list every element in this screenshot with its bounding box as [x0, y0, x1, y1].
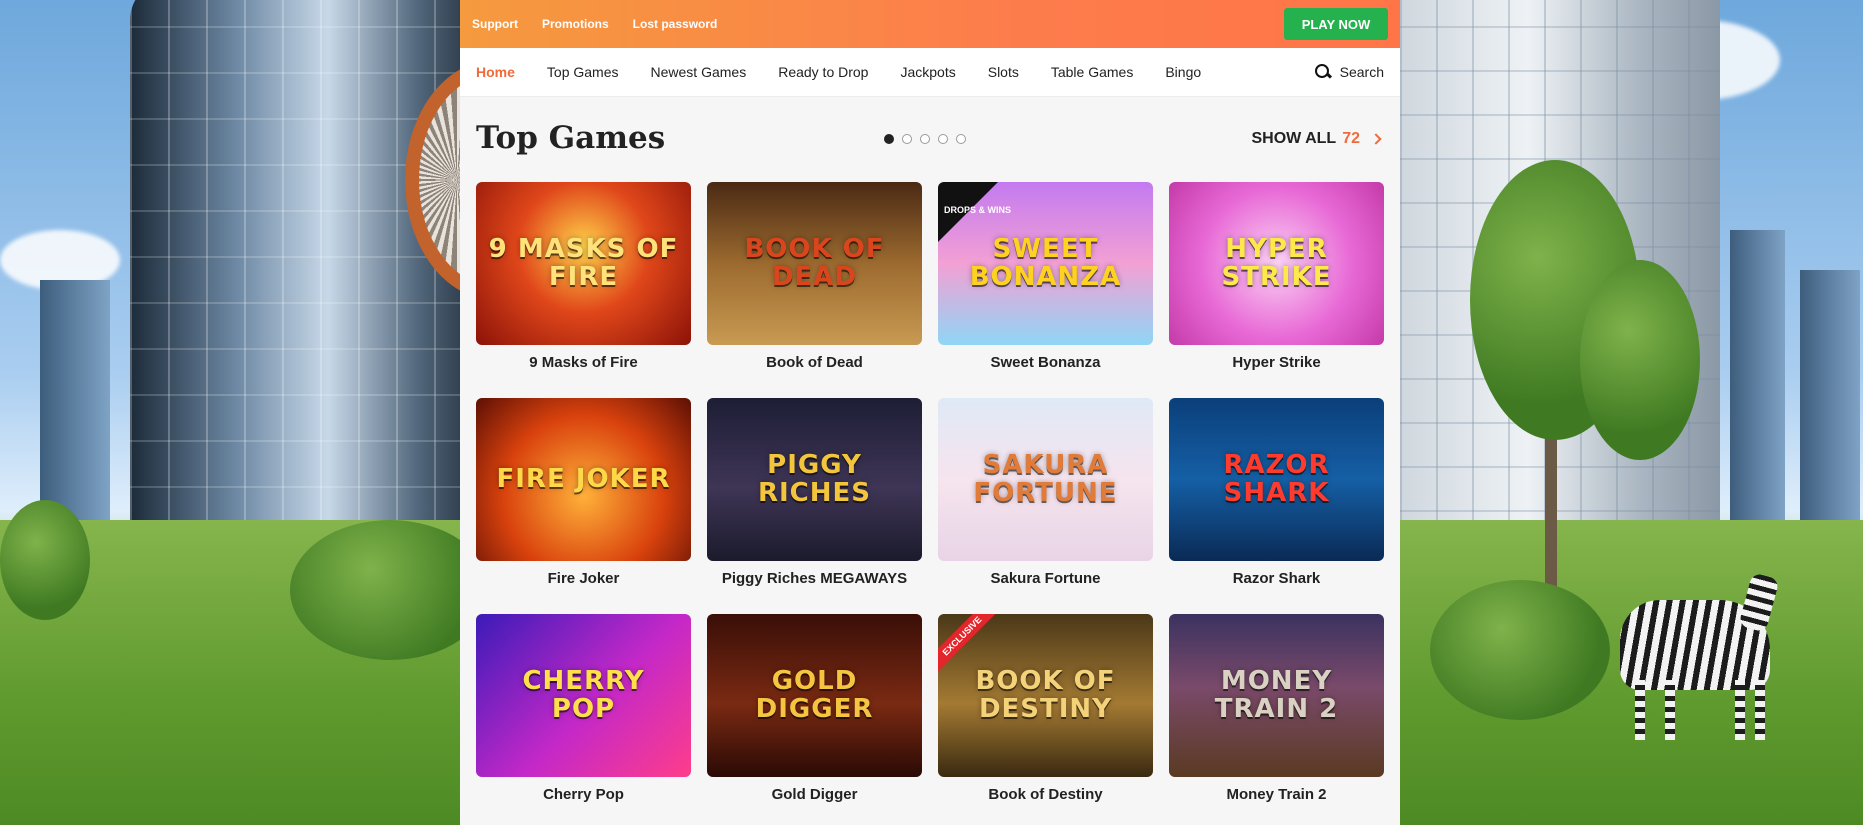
search-label: Search	[1339, 64, 1384, 80]
game-card[interactable]: CHERRY POP Cherry Pop	[476, 614, 691, 806]
game-thumbnail[interactable]: RAZOR SHARK	[1169, 398, 1384, 561]
section-title: Top Games	[476, 120, 666, 156]
game-card[interactable]: 9 MASKS OF FIRE 9 Masks of Fire	[476, 182, 691, 374]
game-thumbnail[interactable]: BOOK OF DEAD	[707, 182, 922, 345]
chevron-right-icon	[1370, 133, 1382, 145]
game-thumbnail[interactable]: FIRE JOKER	[476, 398, 691, 561]
game-thumbnail[interactable]: SAKURA FORTUNE	[938, 398, 1153, 561]
game-logo-art: PIGGY RICHES	[757, 450, 872, 508]
game-logo-art: CHERRY POP	[522, 666, 645, 724]
carousel-dot-5[interactable]	[956, 134, 966, 144]
game-title[interactable]: Gold Digger	[707, 786, 922, 806]
play-now-button[interactable]: PLAY NOW	[1284, 8, 1388, 40]
support-link[interactable]: Support	[472, 17, 518, 31]
game-title[interactable]: Hyper Strike	[1169, 354, 1384, 374]
game-card[interactable]: MONEY TRAIN 2 Money Train 2	[1169, 614, 1384, 806]
carousel-pagination	[884, 134, 966, 144]
nav-table-games[interactable]: Table Games	[1051, 64, 1133, 80]
nav-slots[interactable]: Slots	[988, 64, 1019, 80]
game-logo-art: FIRE JOKER	[496, 463, 671, 494]
game-thumbnail[interactable]: PIGGY RICHES	[707, 398, 922, 561]
game-title[interactable]: Piggy Riches MEGAWAYS	[707, 570, 922, 590]
lost-password-link[interactable]: Lost password	[633, 17, 718, 31]
game-logo-art: SWEET BONANZA	[969, 234, 1122, 292]
game-title[interactable]: 9 Masks of Fire	[476, 354, 691, 374]
top-links: Support Promotions Lost password	[472, 17, 717, 31]
game-thumbnail[interactable]: CHERRY POP	[476, 614, 691, 777]
game-card[interactable]: RAZOR SHARK Razor Shark	[1169, 398, 1384, 590]
game-title[interactable]: Razor Shark	[1169, 570, 1384, 590]
carousel-dot-2[interactable]	[902, 134, 912, 144]
game-thumbnail[interactable]: MONEY TRAIN 2	[1169, 614, 1384, 777]
game-grid: 9 MASKS OF FIRE 9 Masks of Fire BOOK OF DE…	[476, 182, 1384, 806]
game-title[interactable]: Fire Joker	[476, 570, 691, 590]
game-logo-art: RAZOR SHARK	[1223, 450, 1330, 508]
carousel-dot-1[interactable]	[884, 134, 894, 144]
game-logo-art: BOOK OF DEAD	[744, 234, 885, 292]
game-logo-art: HYPER STRIKE	[1221, 234, 1332, 292]
drops-wins-badge-label: DROPS & WINS	[944, 205, 1012, 215]
game-card[interactable]: BOOK OF DEAD Book of Dead	[707, 182, 922, 374]
show-all-link[interactable]: SHOW ALL 72	[1251, 130, 1382, 148]
game-thumbnail[interactable]: HYPER STRIKE	[1169, 182, 1384, 345]
game-title[interactable]: Book of Destiny	[938, 786, 1153, 806]
game-thumbnail[interactable]: BOOK OF DESTINY EXCLUSIVE	[938, 614, 1153, 777]
show-all-count: 72	[1342, 130, 1360, 147]
game-card[interactable]: BOOK OF DESTINY EXCLUSIVE Book of Destiny	[938, 614, 1153, 806]
nav-top-games[interactable]: Top Games	[547, 64, 619, 80]
show-all-label: SHOW ALL	[1251, 130, 1337, 147]
game-title[interactable]: Cherry Pop	[476, 786, 691, 806]
game-logo-art: 9 MASKS OF FIRE	[488, 234, 679, 292]
game-card[interactable]: SAKURA FORTUNE Sakura Fortune	[938, 398, 1153, 590]
nav-home[interactable]: Home	[476, 64, 515, 80]
game-card[interactable]: HYPER STRIKE Hyper Strike	[1169, 182, 1384, 374]
game-title[interactable]: Money Train 2	[1169, 786, 1384, 806]
top-bar: Support Promotions Lost password PLAY NO…	[460, 0, 1400, 48]
nav-jackpots[interactable]: Jackpots	[900, 64, 955, 80]
nav-newest-games[interactable]: Newest Games	[651, 64, 747, 80]
game-card[interactable]: FIRE JOKER Fire Joker	[476, 398, 691, 590]
main-nav: Home Top Games Newest Games Ready to Dro…	[460, 48, 1400, 97]
game-logo-art: BOOK OF DESTINY	[975, 666, 1116, 724]
game-thumbnail[interactable]: 9 MASKS OF FIRE	[476, 182, 691, 345]
nav-bingo[interactable]: Bingo	[1165, 64, 1201, 80]
carousel-dot-3[interactable]	[920, 134, 930, 144]
game-card[interactable]: GOLD DIGGER Gold Digger	[707, 614, 922, 806]
game-logo-art: SAKURA FORTUNE	[973, 450, 1118, 508]
game-card[interactable]: PIGGY RICHES Piggy Riches MEGAWAYS	[707, 398, 922, 590]
game-card[interactable]: SWEET BONANZA DROPS & WINS Sweet Bonanza	[938, 182, 1153, 374]
promotions-link[interactable]: Promotions	[542, 17, 609, 31]
game-thumbnail[interactable]: SWEET BONANZA DROPS & WINS	[938, 182, 1153, 345]
game-thumbnail[interactable]: GOLD DIGGER	[707, 614, 922, 777]
carousel-dot-4[interactable]	[938, 134, 948, 144]
search-icon	[1314, 63, 1332, 81]
nav-ready-to-drop[interactable]: Ready to Drop	[778, 64, 868, 80]
main-column: Support Promotions Lost password PLAY NO…	[460, 0, 1400, 825]
search-button[interactable]: Search	[1314, 63, 1384, 81]
game-logo-art: GOLD DIGGER	[755, 666, 874, 724]
game-logo-art: MONEY TRAIN 2	[1214, 666, 1339, 724]
game-title[interactable]: Sakura Fortune	[938, 570, 1153, 590]
game-title[interactable]: Book of Dead	[707, 354, 922, 374]
game-title[interactable]: Sweet Bonanza	[938, 354, 1153, 374]
